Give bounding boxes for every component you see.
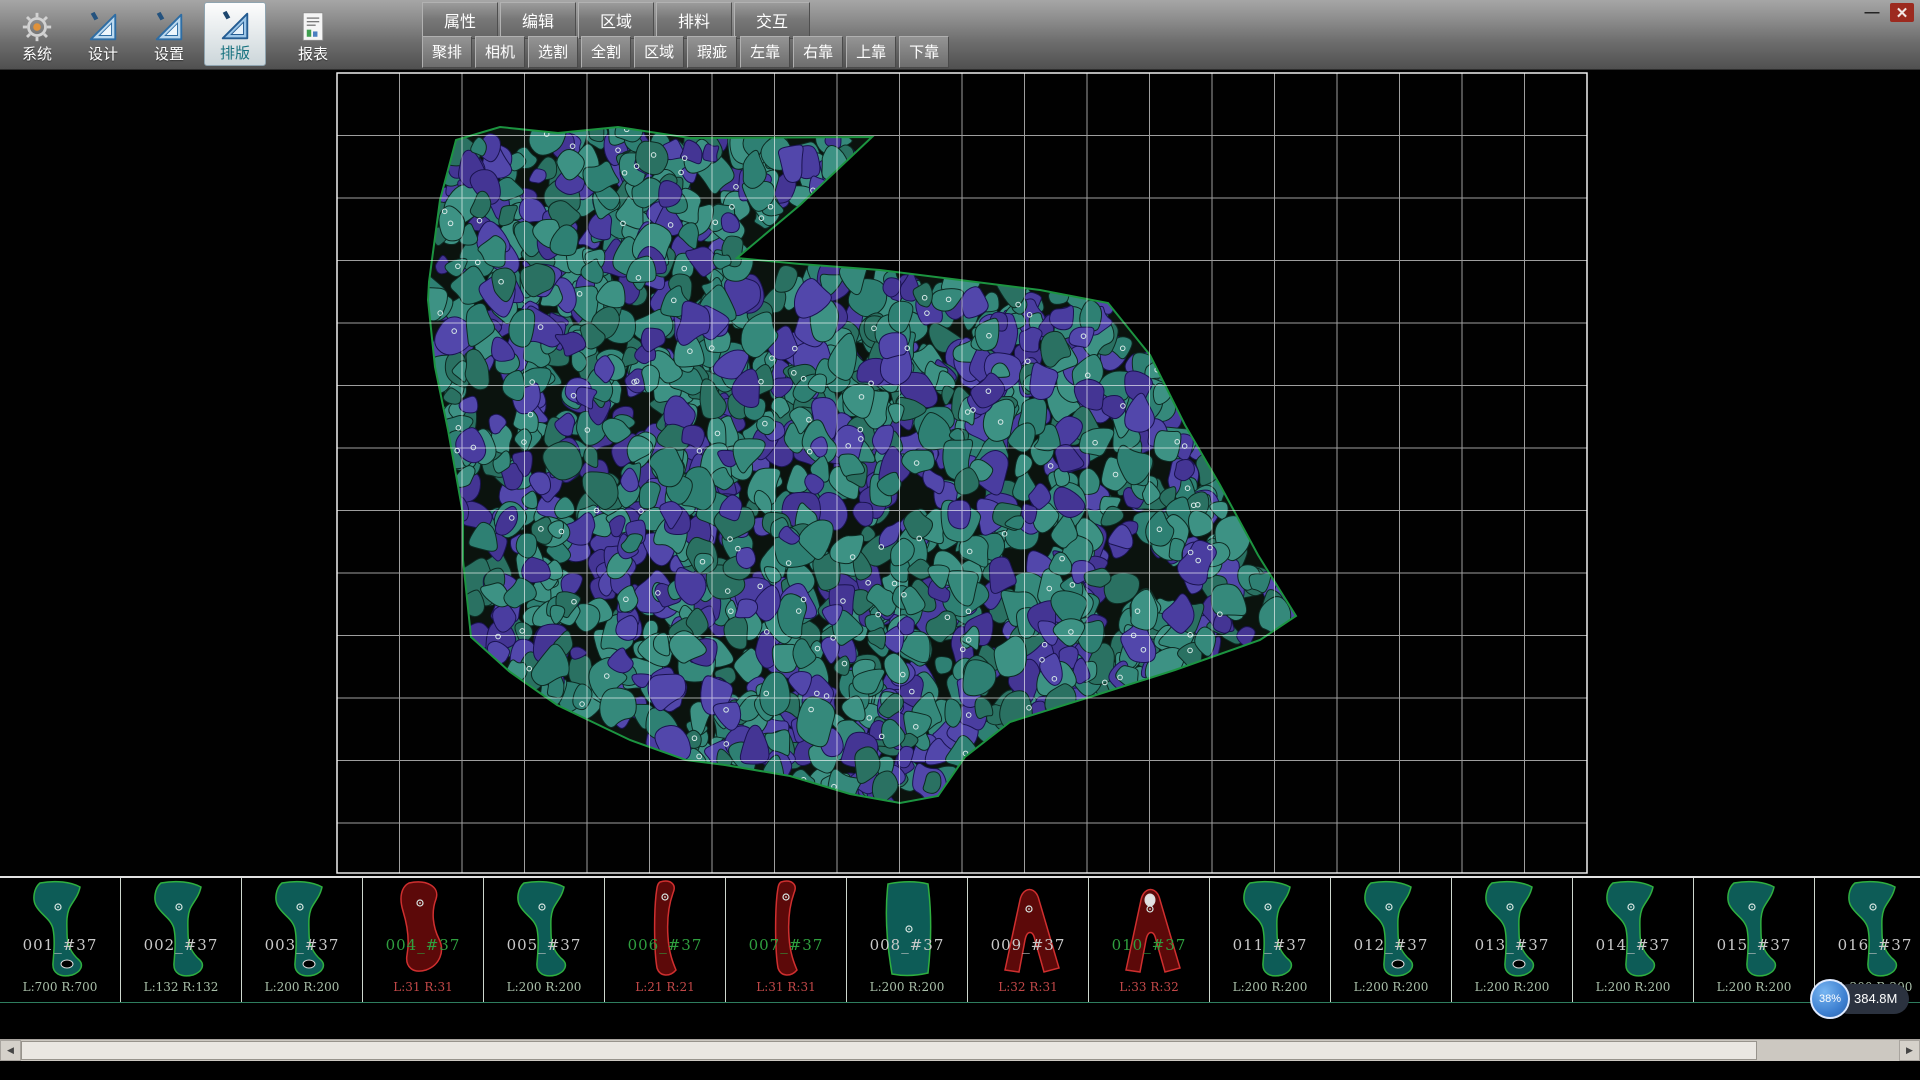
set-square-icon [218,7,252,45]
tool-design[interactable]: 设计 [72,2,134,66]
piece-lr-count: L:700 R:700 [0,980,120,994]
piece-lr-count: L:31 R:31 [363,980,483,994]
scroll-left-icon[interactable]: ◀ [0,1040,21,1061]
scroll-right-icon[interactable]: ▶ [1899,1040,1920,1061]
piece-shape [1702,879,1806,979]
tool-settings-label: 设置 [154,46,184,64]
gear-icon [20,8,54,46]
canvas-area [0,70,1920,876]
menu-tab-bar: 属性 编辑 区域 排料 交互 [422,2,810,39]
piece-lr-count: L:200 R:200 [242,980,362,994]
btn-cut-all[interactable]: 全割 [581,36,631,68]
progress-circle: 38% [1810,979,1850,1019]
nesting-canvas[interactable] [0,70,1920,876]
tool-layout[interactable]: 排版 [204,2,266,66]
tool-button-bar: 聚排 相机 选割 全割 区域 瑕疵 左靠 右靠 上靠 下靠 [422,36,949,68]
piece-thumbnail[interactable]: 009_#37 L:32 R:31 [968,878,1089,1002]
tab-nesting[interactable]: 排料 [656,2,732,39]
piece-lr-count: L:200 R:200 [1210,980,1330,994]
piece-thumbnail[interactable]: 010_#37 L:33 R:32 [1089,878,1210,1002]
report-icon [297,8,329,46]
pieces-strip: 001_#37 L:700 R:700 002_#37 L:132 R:132 … [0,876,1920,1003]
piece-shape [371,879,475,979]
piece-thumbnail[interactable]: 001_#37 L:700 R:700 [0,878,121,1002]
piece-lr-count: L:21 R:21 [605,980,725,994]
piece-lr-count: L:200 R:200 [1452,980,1572,994]
btn-align-bottom[interactable]: 下靠 [899,36,949,68]
piece-shape [734,879,838,979]
piece-lr-count: L:33 R:32 [1089,980,1209,994]
tab-region[interactable]: 区域 [578,2,654,39]
piece-shape [1218,879,1322,979]
piece-thumbnail[interactable]: 013_#37 L:200 R:200 [1452,878,1573,1002]
tool-design-label: 设计 [88,46,118,64]
piece-lr-count: L:132 R:132 [121,980,241,994]
piece-shape [492,879,596,979]
piece-thumbnail[interactable]: 014_#37 L:200 R:200 [1573,878,1694,1002]
piece-shape [1581,879,1685,979]
tool-system-label: 系统 [22,46,52,64]
btn-region[interactable]: 区域 [634,36,684,68]
tool-report-label: 报表 [298,46,328,64]
tab-interact[interactable]: 交互 [734,2,810,39]
main-toolbar: 系统 设计 [4,1,346,67]
app-window: 系统 设计 [0,0,1920,1080]
piece-shape [129,879,233,979]
set-square-icon [86,8,120,46]
btn-select-cut[interactable]: 选割 [528,36,578,68]
piece-shape [613,879,717,979]
set-square-icon [152,8,186,46]
title-bar: 系统 设计 [0,0,1920,70]
tool-settings[interactable]: 设置 [138,2,200,66]
piece-shape [8,879,112,979]
tab-edit[interactable]: 编辑 [500,2,576,39]
piece-thumbnail[interactable]: 008_#37 L:200 R:200 [847,878,968,1002]
piece-shape [976,879,1080,979]
scrollbar-thumb[interactable] [21,1041,1757,1060]
piece-shape [250,879,354,979]
btn-align-top[interactable]: 上靠 [846,36,896,68]
piece-lr-count: L:31 R:31 [726,980,846,994]
piece-thumbnail[interactable]: 002_#37 L:132 R:132 [121,878,242,1002]
btn-cluster-nest[interactable]: 聚排 [422,36,472,68]
piece-thumbnail[interactable]: 006_#37 L:21 R:21 [605,878,726,1002]
tool-system[interactable]: 系统 [6,2,68,66]
piece-lr-count: L:200 R:200 [1331,980,1451,994]
btn-align-right[interactable]: 右靠 [793,36,843,68]
piece-thumbnail[interactable]: 015_#37 L:200 R:200 [1694,878,1815,1002]
piece-thumbnail[interactable]: 005_#37 L:200 R:200 [484,878,605,1002]
tool-report[interactable]: 报表 [282,2,344,66]
piece-lr-count: L:200 R:200 [1573,980,1693,994]
h-scrollbar[interactable]: ◀ ▶ [0,1039,1920,1061]
btn-defect[interactable]: 瑕疵 [687,36,737,68]
piece-shape [855,879,959,979]
tab-properties[interactable]: 属性 [422,2,498,39]
memory-indicator: 38% 384.8M [1810,979,1909,1019]
piece-lr-count: L:200 R:200 [1694,980,1814,994]
piece-thumbnail[interactable]: 012_#37 L:200 R:200 [1331,878,1452,1002]
tool-layout-label: 排版 [220,45,250,63]
btn-align-left[interactable]: 左靠 [740,36,790,68]
btn-camera[interactable]: 相机 [475,36,525,68]
piece-thumbnail[interactable]: 003_#37 L:200 R:200 [242,878,363,1002]
window-controls: — ✕ [1860,3,1914,22]
piece-lr-count: L:32 R:31 [968,980,1088,994]
piece-lr-count: L:200 R:200 [484,980,604,994]
piece-shape [1460,879,1564,979]
piece-lr-count: L:200 R:200 [847,980,967,994]
piece-shape [1097,879,1201,979]
close-button[interactable]: ✕ [1890,3,1914,22]
piece-thumbnail[interactable]: 007_#37 L:31 R:31 [726,878,847,1002]
minimize-button[interactable]: — [1860,3,1884,22]
piece-shape [1823,879,1920,979]
piece-thumbnail[interactable]: 011_#37 L:200 R:200 [1210,878,1331,1002]
piece-thumbnail[interactable]: 004_#37 L:31 R:31 [363,878,484,1002]
piece-shape [1339,879,1443,979]
